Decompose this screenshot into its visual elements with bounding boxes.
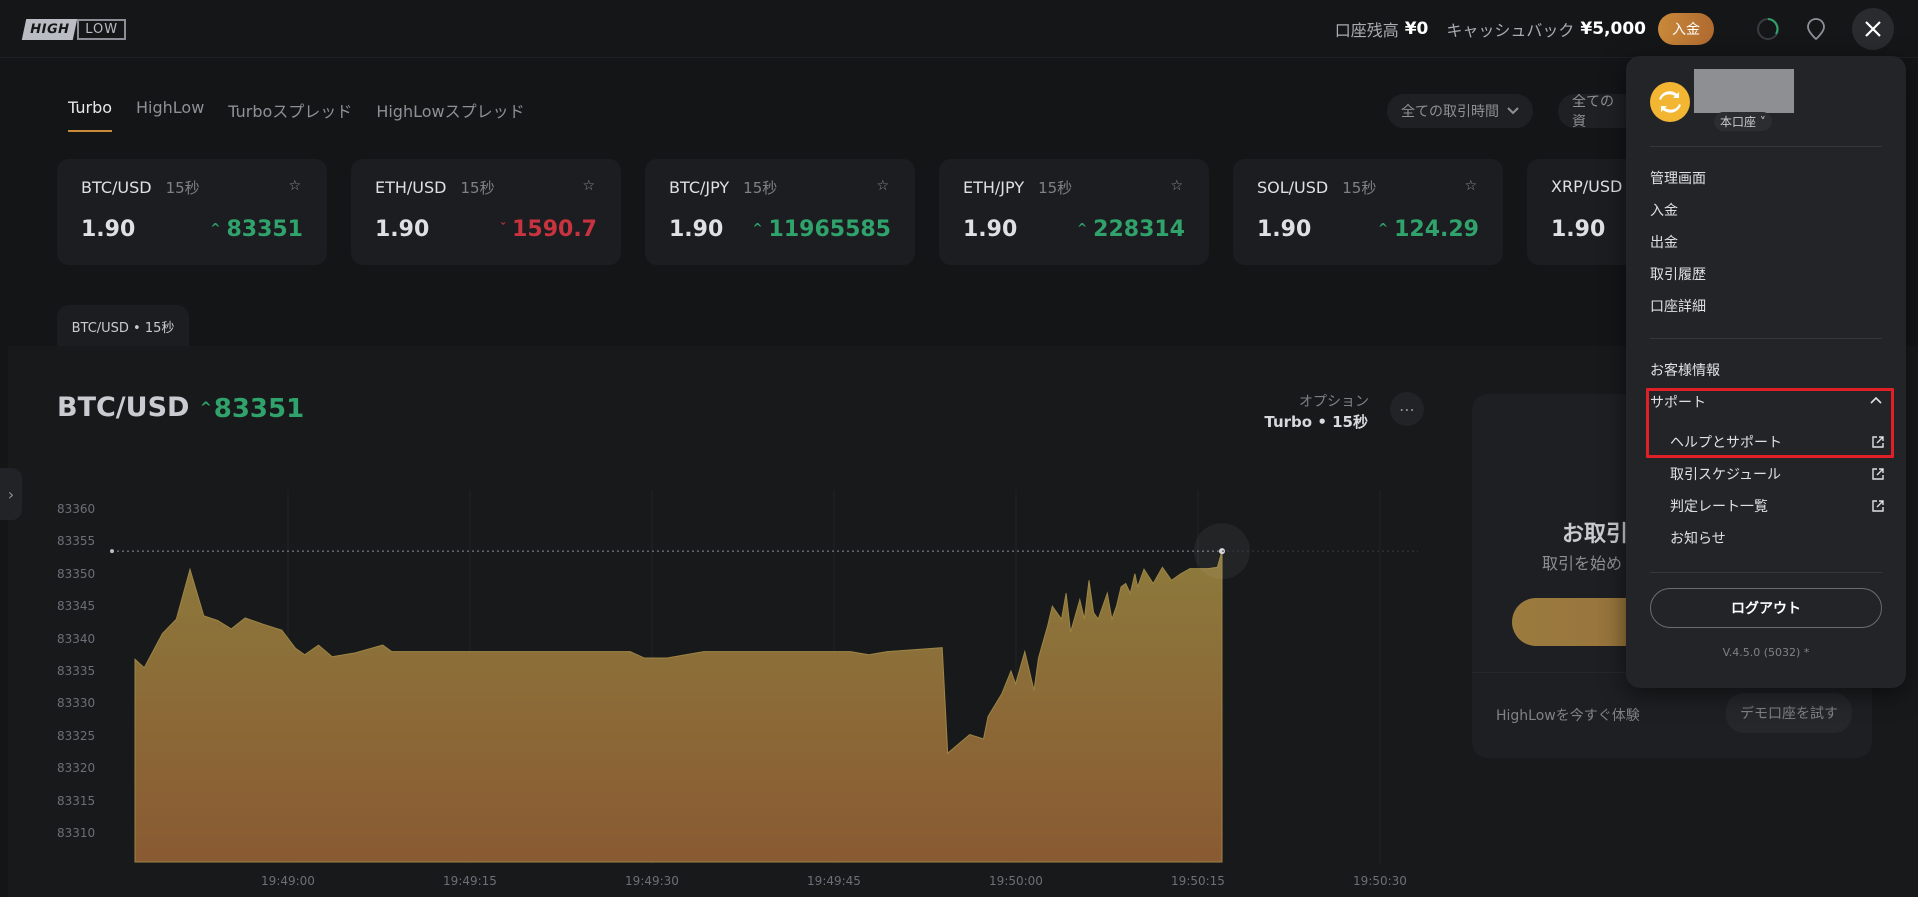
submenu-rate-list[interactable]: 判定レート一覧 xyxy=(1670,496,1884,516)
menu-divider xyxy=(1650,572,1882,573)
menu-item-withdraw[interactable]: 出金 xyxy=(1650,232,1678,252)
y-axis-label: 83345 xyxy=(57,599,96,614)
menu-item-account-details[interactable]: 口座詳細 xyxy=(1650,296,1706,316)
submenu-trade-schedule[interactable]: 取引スケジュール xyxy=(1670,464,1884,484)
x-axis-label: 19:50:30 xyxy=(1353,874,1407,888)
trade-panel-subtitle: 取引を始め xyxy=(1542,554,1623,573)
trade-panel-title: お取引 xyxy=(1562,522,1629,547)
menu-divider xyxy=(1650,146,1882,147)
submenu-news-label: お知らせ xyxy=(1670,531,1726,547)
logout-button[interactable]: ログアウト xyxy=(1650,588,1882,628)
y-axis-label: 83360 xyxy=(57,502,96,516)
highlight-box xyxy=(1646,388,1894,458)
demo-account-button[interactable]: デモ口座を試す xyxy=(1726,693,1852,733)
x-axis-label: 19:49:15 xyxy=(443,874,497,888)
strike-start-dot xyxy=(110,549,114,554)
x-axis-label: 19:49:00 xyxy=(261,874,315,888)
y-axis-label: 83350 xyxy=(57,566,96,581)
submenu-news[interactable]: お知らせ xyxy=(1670,528,1884,548)
y-axis-label: 83315 xyxy=(57,793,96,808)
bitcoin-logo-icon xyxy=(1659,91,1681,113)
y-axis-label: 83320 xyxy=(57,761,96,776)
x-axis-label: 19:50:00 xyxy=(989,874,1043,888)
price-area xyxy=(134,550,1223,863)
y-axis-label: 83325 xyxy=(57,728,96,743)
y-axis-label: 83340 xyxy=(57,631,96,646)
x-axis-label: 19:49:45 xyxy=(807,874,861,888)
account-name-redacted xyxy=(1694,69,1794,113)
menu-item-customer-info[interactable]: お客様情報 xyxy=(1650,360,1720,380)
menu-divider xyxy=(1650,338,1882,339)
account-type-dropdown[interactable]: 本口座 ˅ xyxy=(1714,112,1772,131)
external-link-icon xyxy=(1872,468,1884,480)
x-axis-label: 19:49:30 xyxy=(625,874,679,888)
submenu-trade-schedule-label: 取引スケジュール xyxy=(1670,467,1782,483)
external-link-icon xyxy=(1872,500,1884,512)
app-version: V.4.5.0 (5032) * xyxy=(1722,646,1810,659)
try-highlow-text: HighLowを今すぐ体験 xyxy=(1496,708,1640,724)
y-axis-label: 83330 xyxy=(57,696,96,711)
y-axis-label: 83355 xyxy=(57,534,96,549)
menu-item-trade-history[interactable]: 取引履歴 xyxy=(1650,264,1706,284)
x-axis-label: 19:50:15 xyxy=(1171,874,1225,888)
submenu-rate-list-label: 判定レート一覧 xyxy=(1670,499,1768,515)
menu-item-deposit[interactable]: 入金 xyxy=(1650,200,1678,220)
y-axis-label: 83310 xyxy=(57,826,96,840)
menu-item-dashboard[interactable]: 管理画面 xyxy=(1650,168,1706,188)
account-avatar xyxy=(1650,82,1690,122)
account-menu: 本口座 ˅ 管理画面 入金 出金 取引履歴 口座詳細 お客様情報 サポート ヘル… xyxy=(1626,56,1906,688)
y-axis-label: 83335 xyxy=(57,664,96,678)
